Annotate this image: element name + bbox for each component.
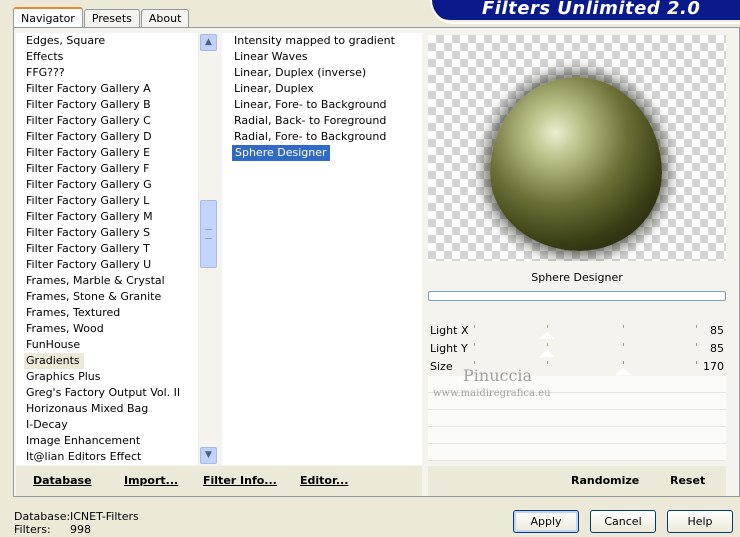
filter-list[interactable]: Intensity mapped to gradient Linear Waves… xyxy=(222,33,422,465)
slider-tick xyxy=(474,361,475,364)
category-item[interactable]: Filter Factory Gallery C xyxy=(16,113,217,129)
slider-tick xyxy=(547,343,549,346)
empty-row xyxy=(428,410,726,427)
slider-tick xyxy=(474,343,475,346)
tab-strip: Navigator Presets About xyxy=(13,7,190,28)
right-toolbar: Randomize Reset xyxy=(428,466,726,496)
slider-tick xyxy=(547,325,549,328)
slider-tick xyxy=(622,361,624,364)
category-item[interactable]: Filter Factory Gallery F xyxy=(16,161,217,177)
filter-item-selected[interactable]: Sphere Designer xyxy=(232,145,330,161)
database-button[interactable]: Database xyxy=(33,474,92,487)
param-value: 85 xyxy=(710,324,724,337)
category-item[interactable]: Filter Factory Gallery D xyxy=(16,129,217,145)
slider-tick xyxy=(696,343,697,346)
param-label: Light X xyxy=(430,324,469,337)
filter-item[interactable]: Radial, Back- to Foreground xyxy=(222,113,422,129)
category-item[interactable]: I-Decay xyxy=(16,417,217,433)
filters-label: Filters: xyxy=(14,523,51,536)
import-button[interactable]: Import... xyxy=(124,474,178,487)
filter-item[interactable]: Radial, Fore- to Background xyxy=(222,129,422,145)
param-label: Light Y xyxy=(430,342,468,355)
param-slider[interactable] xyxy=(474,325,697,339)
slider-knob[interactable] xyxy=(539,332,556,339)
database-info: Database:ICNET-Filters Filters: 998 xyxy=(14,510,139,536)
category-item[interactable]: Horizonaus Mixed Bag xyxy=(16,401,217,417)
slider-tick xyxy=(547,361,549,364)
left-toolbar: Database Import... Filter Info... Editor… xyxy=(16,466,422,496)
sphere-preview-image xyxy=(490,77,662,251)
slider-tick xyxy=(622,343,624,346)
filter-name-label: Sphere Designer xyxy=(531,271,623,284)
preview-canvas xyxy=(428,35,726,261)
app-banner: Filters Unlimited 2.0 xyxy=(430,0,740,20)
category-item-selected[interactable]: Gradients xyxy=(24,353,84,369)
slider-knob[interactable] xyxy=(539,350,556,357)
category-item[interactable]: Filter Factory Gallery M xyxy=(16,209,217,225)
category-item[interactable]: Filter Factory Gallery S xyxy=(16,225,217,241)
category-item[interactable]: Filter Factory Gallery G xyxy=(16,177,217,193)
empty-row xyxy=(428,444,726,461)
category-item[interactable]: Filter Factory Gallery B xyxy=(16,97,217,113)
category-item[interactable]: Filter Factory Gallery L xyxy=(16,193,217,209)
apply-button[interactable]: Apply xyxy=(513,510,579,533)
category-item[interactable]: Filter Factory Gallery U xyxy=(16,257,217,273)
param-slider[interactable] xyxy=(474,343,697,357)
category-item[interactable]: Greg's Factory Output Vol. II xyxy=(16,385,217,401)
slider-tick xyxy=(696,361,697,364)
progress-bar xyxy=(428,291,726,301)
reset-button[interactable]: Reset xyxy=(670,474,705,487)
category-item[interactable]: It@lian Editors Effect xyxy=(16,449,217,465)
category-item[interactable]: Image Enhancement xyxy=(16,433,217,449)
category-scrollbar[interactable]: ▲ ▼ xyxy=(198,33,217,465)
tab-navigator[interactable]: Navigator xyxy=(13,7,83,28)
category-item[interactable]: Edges, Square xyxy=(16,33,217,49)
category-item[interactable]: Graphics Plus xyxy=(16,369,217,385)
category-item[interactable]: FunHouse xyxy=(16,337,217,353)
cancel-button[interactable]: Cancel xyxy=(590,510,656,533)
category-item[interactable]: Frames, Textured xyxy=(16,305,217,321)
tab-presets[interactable]: Presets xyxy=(83,9,140,28)
category-item[interactable]: Frames, Marble & Crystal xyxy=(16,273,217,289)
category-list[interactable]: Edges, Square Effects FFG??? Filter Factory… xyxy=(16,33,217,465)
slider-knob[interactable] xyxy=(614,368,631,375)
scroll-thumb[interactable] xyxy=(200,200,217,268)
param-row[interactable]: Light Y 85 xyxy=(428,340,726,358)
filters-count: 998 xyxy=(70,523,91,536)
filter-item[interactable]: Linear, Duplex xyxy=(222,81,422,97)
slider-tick xyxy=(622,325,624,328)
filter-item[interactable]: Intensity mapped to gradient xyxy=(222,33,422,49)
database-value: ICNET-Filters xyxy=(70,510,139,523)
scroll-down-icon[interactable]: ▼ xyxy=(200,447,217,464)
watermark-url: www.maidiregrafica.eu xyxy=(433,388,551,399)
filter-item[interactable]: Linear, Fore- to Background xyxy=(222,97,422,113)
scroll-up-icon[interactable]: ▲ xyxy=(200,34,217,51)
slider-tick xyxy=(696,325,697,328)
category-item[interactable]: Filter Factory Gallery T xyxy=(16,241,217,257)
randomize-button[interactable]: Randomize xyxy=(571,474,639,487)
empty-row xyxy=(428,427,726,444)
filter-item[interactable]: Linear Waves xyxy=(222,49,422,65)
database-label: Database: xyxy=(14,510,71,523)
category-item[interactable]: Effects xyxy=(16,49,217,65)
category-item[interactable]: Frames, Stone & Granite xyxy=(16,289,217,305)
category-item[interactable]: Filter Factory Gallery E xyxy=(16,145,217,161)
watermark-name: Pinuccia xyxy=(463,366,533,385)
help-button[interactable]: Help xyxy=(667,510,733,533)
filter-info-button[interactable]: Filter Info... xyxy=(203,474,277,487)
category-item[interactable]: Filter Factory Gallery A xyxy=(16,81,217,97)
param-row[interactable]: Light X 85 xyxy=(428,322,726,340)
param-label: Size xyxy=(430,360,453,373)
slider-tick xyxy=(474,325,475,328)
category-item[interactable]: FFG??? xyxy=(16,65,217,81)
filter-item[interactable]: Linear, Duplex (inverse) xyxy=(222,65,422,81)
category-item[interactable]: Frames, Wood xyxy=(16,321,217,337)
param-value: 85 xyxy=(710,342,724,355)
tab-about[interactable]: About xyxy=(140,9,190,28)
editor-button[interactable]: Editor... xyxy=(300,474,348,487)
param-value: 170 xyxy=(703,360,724,373)
